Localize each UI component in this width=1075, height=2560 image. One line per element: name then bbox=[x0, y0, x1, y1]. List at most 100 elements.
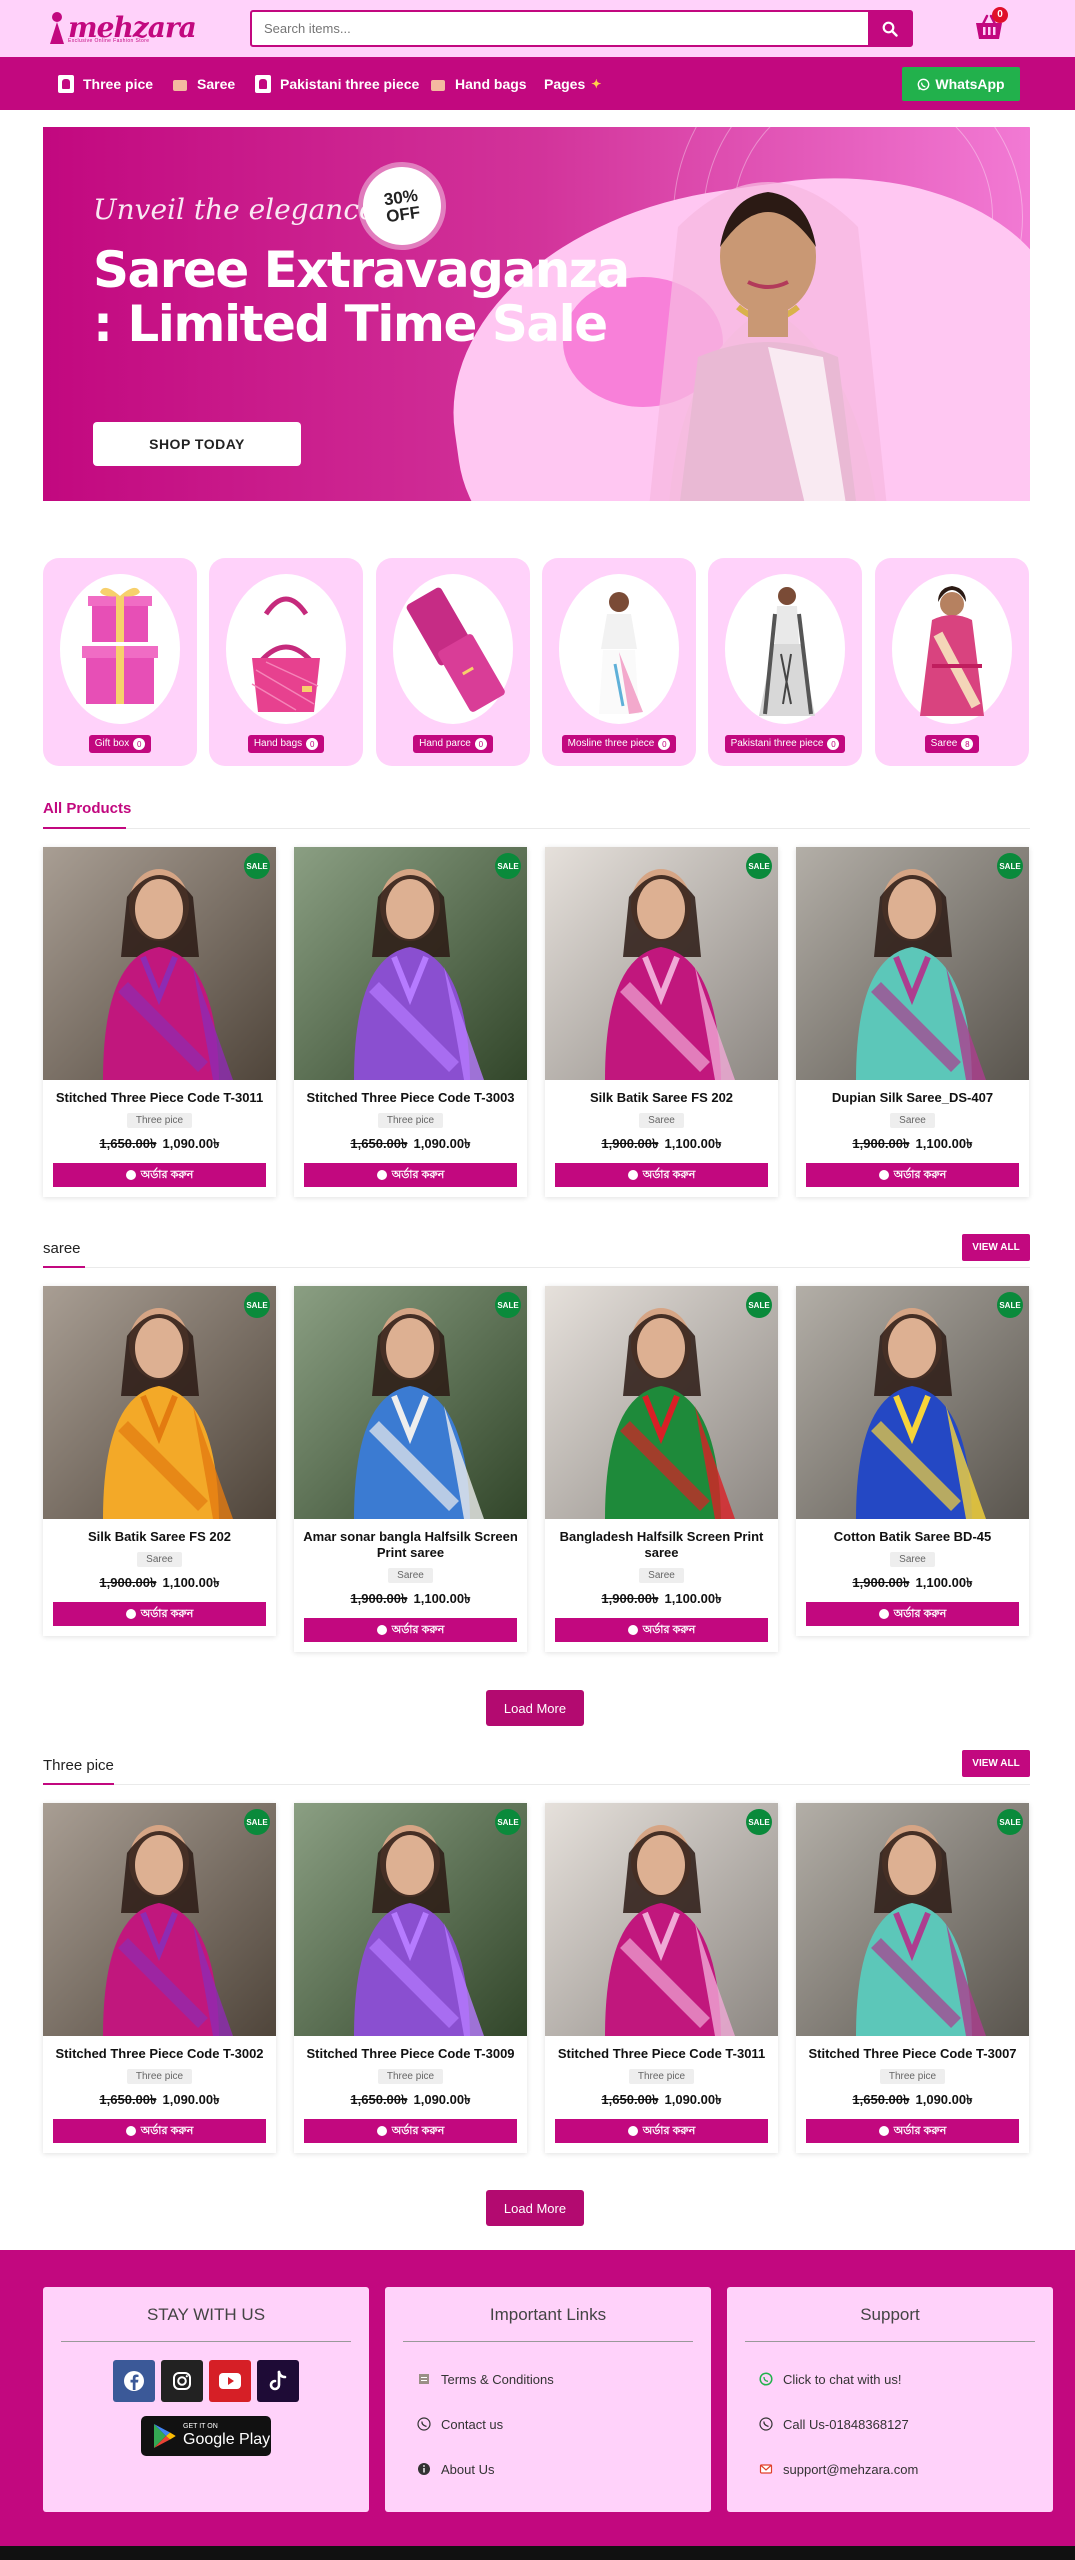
product-image[interactable]: SALE bbox=[796, 1803, 1029, 2036]
nav-item-pages[interactable]: Pages ✦ bbox=[544, 57, 601, 110]
nav-item-pakistani-three-piece[interactable]: Pakistani three piece bbox=[255, 57, 419, 110]
product-name[interactable]: Bangladesh Halfsilk Screen Print saree bbox=[545, 1519, 778, 1561]
product-card[interactable]: SALE Silk Batik Saree FS 202 Saree 1,900.00… bbox=[43, 1286, 276, 1636]
product-card[interactable]: SALE Bangladesh Halfsilk Screen Print sar… bbox=[545, 1286, 778, 1652]
order-button[interactable]: অর্ডার করুন bbox=[53, 1602, 266, 1626]
terms-link[interactable]: Terms & Conditions bbox=[417, 2369, 711, 2389]
shop-today-button[interactable]: SHOP TODAY bbox=[93, 422, 301, 466]
chat-link[interactable]: Click to chat with us! bbox=[759, 2369, 1053, 2389]
product-image[interactable]: SALE bbox=[43, 1803, 276, 2036]
order-button[interactable]: অর্ডার করুন bbox=[304, 1618, 517, 1642]
product-price: 1,900.00৳ 1,100.00৳ bbox=[43, 1574, 276, 1595]
product-image[interactable]: SALE bbox=[545, 1286, 778, 1519]
product-image[interactable]: SALE bbox=[294, 1286, 527, 1519]
order-icon bbox=[376, 1170, 387, 1180]
product-name[interactable]: Amar sonar bangla Halfsilk Screen Print … bbox=[294, 1519, 527, 1561]
product-image[interactable]: SALE bbox=[545, 1803, 778, 2036]
product-image[interactable]: SALE bbox=[294, 847, 527, 1080]
order-button[interactable]: অর্ডার করুন bbox=[806, 2119, 1019, 2143]
call-link[interactable]: Call Us-01848368127 bbox=[759, 2414, 1053, 2434]
category-card[interactable]: Hand parce 0 bbox=[376, 558, 530, 766]
product-image[interactable]: SALE bbox=[43, 847, 276, 1080]
category-tag: Three pice bbox=[126, 1113, 193, 1128]
product-card[interactable]: SALE Stitched Three Piece Code T-3011 Thre… bbox=[545, 1803, 778, 2153]
info-icon bbox=[417, 2462, 431, 2476]
nav-item-hand-bags[interactable]: Hand bags bbox=[430, 57, 527, 110]
search-button[interactable] bbox=[868, 12, 911, 45]
product-name[interactable]: Dupian Silk Saree_DS-407 bbox=[796, 1080, 1029, 1106]
order-button[interactable]: অর্ডার করুন bbox=[555, 1163, 768, 1187]
product-card[interactable]: SALE Cotton Batik Saree BD-45 Saree 1,900.0… bbox=[796, 1286, 1029, 1636]
order-button[interactable]: অর্ডার করুন bbox=[53, 2119, 266, 2143]
product-image[interactable]: SALE bbox=[545, 847, 778, 1080]
product-name[interactable]: Stitched Three Piece Code T-3002 bbox=[43, 2036, 276, 2062]
product-name[interactable]: Stitched Three Piece Code T-3011 bbox=[545, 2036, 778, 2062]
product-image[interactable]: SALE bbox=[796, 847, 1029, 1080]
about-link[interactable]: About Us bbox=[417, 2459, 711, 2479]
product-card[interactable]: SALE Stitched Three Piece Code T-3003 Thre… bbox=[294, 847, 527, 1197]
category-count: 0 bbox=[658, 737, 671, 750]
order-button[interactable]: অর্ডার করুন bbox=[304, 2119, 517, 2143]
cart-button[interactable]: 0 bbox=[974, 7, 1008, 44]
footer-support: Support Click to chat with us! Call Us-0… bbox=[727, 2287, 1053, 2512]
product-card[interactable]: SALE Dupian Silk Saree_DS-407 Saree 1,900.0… bbox=[796, 847, 1029, 1197]
product-image[interactable]: SALE bbox=[294, 1803, 527, 2036]
email-link[interactable]: support@mehzara.com bbox=[759, 2459, 1053, 2479]
load-more-saree-button[interactable]: Load More bbox=[486, 1690, 584, 1726]
order-icon bbox=[878, 1609, 889, 1619]
product-name[interactable]: Stitched Three Piece Code T-3009 bbox=[294, 2036, 527, 2062]
product-category: Saree bbox=[796, 1549, 1029, 1567]
category-card[interactable]: Mosline three piece 0 bbox=[542, 558, 696, 766]
product-card[interactable]: SALE Stitched Three Piece Code T-3007 Thre… bbox=[796, 1803, 1029, 2153]
contact-link[interactable]: Contact us bbox=[417, 2414, 711, 2434]
brand-logo[interactable]: mehzara Exclusive Online Fashion Store bbox=[50, 8, 197, 48]
sale-badge: SALE bbox=[244, 853, 270, 879]
category-tag: Three pice bbox=[628, 2069, 695, 2084]
sale-price: 1,100.00৳ bbox=[664, 1136, 722, 1151]
youtube-icon[interactable] bbox=[209, 2360, 251, 2402]
category-card[interactable]: Pakistani three piece 0 bbox=[708, 558, 862, 766]
order-button[interactable]: অর্ডার করুন bbox=[304, 1163, 517, 1187]
order-button[interactable]: অর্ডার করুন bbox=[806, 1163, 1019, 1187]
product-card[interactable]: SALE Silk Batik Saree FS 202 Saree 1,900.00… bbox=[545, 847, 778, 1197]
category-name: Pakistani three piece bbox=[730, 738, 824, 749]
category-card[interactable]: Saree 8 bbox=[875, 558, 1029, 766]
load-more-three-pice-button[interactable]: Load More bbox=[486, 2190, 584, 2226]
sale-badge: SALE bbox=[244, 1292, 270, 1318]
product-price: 1,900.00৳ 1,100.00৳ bbox=[796, 1574, 1029, 1595]
facebook-icon[interactable] bbox=[113, 2360, 155, 2402]
view-all-three-pice-button[interactable]: VIEW ALL bbox=[962, 1750, 1030, 1777]
search-input[interactable] bbox=[252, 12, 868, 45]
product-image[interactable]: SALE bbox=[43, 1286, 276, 1519]
nav-item-saree[interactable]: Saree bbox=[172, 57, 235, 110]
product-card[interactable]: SALE Stitched Three Piece Code T-3002 Thre… bbox=[43, 1803, 276, 2153]
product-name[interactable]: Cotton Batik Saree BD-45 bbox=[796, 1519, 1029, 1545]
order-button[interactable]: অর্ডার করুন bbox=[555, 1618, 768, 1642]
product-name[interactable]: Silk Batik Saree FS 202 bbox=[545, 1080, 778, 1106]
category-card[interactable]: Gift box 0 bbox=[43, 558, 197, 766]
order-button[interactable]: অর্ডার করুন bbox=[806, 1602, 1019, 1626]
order-button[interactable]: অর্ডার করুন bbox=[53, 1163, 266, 1187]
tiktok-icon[interactable] bbox=[257, 2360, 299, 2402]
instagram-icon[interactable] bbox=[161, 2360, 203, 2402]
product-name[interactable]: Stitched Three Piece Code T-3011 bbox=[43, 1080, 276, 1106]
product-name[interactable]: Stitched Three Piece Code T-3007 bbox=[796, 2036, 1029, 2062]
view-all-saree-button[interactable]: VIEW ALL bbox=[962, 1234, 1030, 1261]
order-button[interactable]: অর্ডার করুন bbox=[555, 2119, 768, 2143]
product-card[interactable]: SALE Stitched Three Piece Code T-3009 Thre… bbox=[294, 1803, 527, 2153]
product-category: Three pice bbox=[545, 2066, 778, 2084]
product-image[interactable]: SALE bbox=[796, 1286, 1029, 1519]
product-name[interactable]: Silk Batik Saree FS 202 bbox=[43, 1519, 276, 1545]
section-title-three-pice: Three pice bbox=[43, 1757, 114, 1774]
nav-item-three-pice[interactable]: Three pice bbox=[58, 57, 153, 110]
mail-icon bbox=[759, 2462, 773, 2476]
product-price: 1,900.00৳ 1,100.00৳ bbox=[294, 1590, 527, 1611]
product-name[interactable]: Stitched Three Piece Code T-3003 bbox=[294, 1080, 527, 1106]
product-card[interactable]: SALE Amar sonar bangla Halfsilk Screen Pr… bbox=[294, 1286, 527, 1652]
product-card[interactable]: SALE Stitched Three Piece Code T-3011 Thre… bbox=[43, 847, 276, 1197]
google-play-badge[interactable]: GET IT ON Google Play bbox=[141, 2416, 271, 2456]
hero-banner[interactable]: Unveil the elegance Saree Extravaganza :… bbox=[43, 127, 1030, 501]
category-card[interactable]: Hand bags 0 bbox=[209, 558, 363, 766]
whatsapp-button[interactable]: WhatsApp bbox=[902, 67, 1020, 101]
order-label: অর্ডার করুন bbox=[140, 2124, 194, 2137]
